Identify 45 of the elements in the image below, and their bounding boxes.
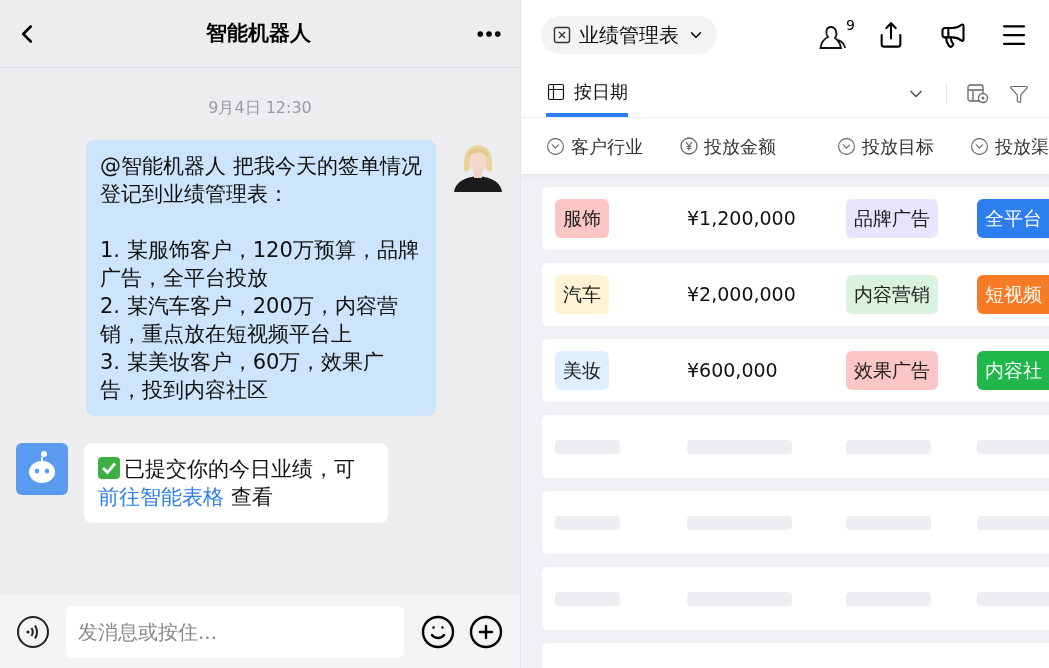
voice-icon[interactable]	[16, 614, 50, 649]
table-link[interactable]: 前往智能表格	[98, 485, 224, 509]
table-icon	[546, 81, 566, 102]
select-field-icon	[837, 136, 856, 156]
tag: 服饰	[555, 199, 609, 238]
robot-avatar-icon	[16, 443, 68, 495]
tag: 效果广告	[846, 351, 938, 390]
collaborators-button[interactable]: 9	[819, 18, 855, 52]
sheet-title: 业绩管理表	[579, 22, 679, 49]
select-field-icon	[546, 136, 565, 156]
sheet-title-button[interactable]: 业绩管理表	[541, 16, 717, 54]
tag: 短视频	[977, 275, 1049, 314]
megaphone-icon[interactable]	[939, 21, 967, 49]
record-card[interactable]: 汽车 ¥2,000,000 内容营销 短视频	[542, 263, 1049, 326]
person-icon	[819, 24, 849, 52]
chat-title: 智能机器人	[205, 19, 311, 47]
add-icon[interactable]	[468, 613, 504, 650]
record-card[interactable]: 服饰 ¥1,200,000 品牌广告 全平台	[542, 187, 1049, 250]
tag: 汽车	[555, 275, 609, 314]
timestamp: 9月4日 12:30	[208, 97, 312, 119]
column-header: 投放目标	[862, 134, 934, 159]
table-settings-icon[interactable]	[967, 83, 989, 104]
tag: 内容营销	[846, 275, 938, 314]
tag: 美妆	[555, 351, 609, 390]
filter-icon[interactable]	[1009, 83, 1029, 104]
tag: 品牌广告	[846, 199, 938, 238]
message-input[interactable]: 发消息或按住...	[66, 605, 404, 658]
column-header: 投放渠	[995, 134, 1049, 159]
currency-icon	[680, 137, 698, 155]
tag: 内容社	[977, 351, 1049, 390]
view-tab[interactable]: 按日期	[546, 70, 628, 117]
column-header: 投放金额	[704, 134, 776, 159]
user-message: @智能机器人 把我今天的签单情况登记到业绩管理表： 1. 某服饰客户，120万预算，品牌广告，全平台投放 2. 某汽车客户，200万，内容营销，重点放在短视频平台上 3. 某美妆客户，60万，效果广告，投到内容社区	[86, 140, 436, 416]
sheet-icon	[553, 26, 571, 44]
amount: ¥600,000	[687, 358, 778, 384]
amount: ¥1,200,000	[687, 206, 796, 232]
tag: 全平台	[977, 199, 1049, 238]
bot-message: 已提交你的今日业绩，可 前往智能表格 查看	[98, 456, 356, 511]
emoji-icon[interactable]	[420, 613, 456, 650]
collaborators-count: 9	[846, 18, 855, 32]
record-card[interactable]: 美妆 ¥600,000 效果广告 内容社	[542, 339, 1049, 402]
amount: ¥2,000,000	[687, 282, 796, 308]
check-icon	[98, 457, 120, 479]
select-field-icon	[970, 136, 989, 156]
column-header: 客户行业	[571, 134, 643, 159]
